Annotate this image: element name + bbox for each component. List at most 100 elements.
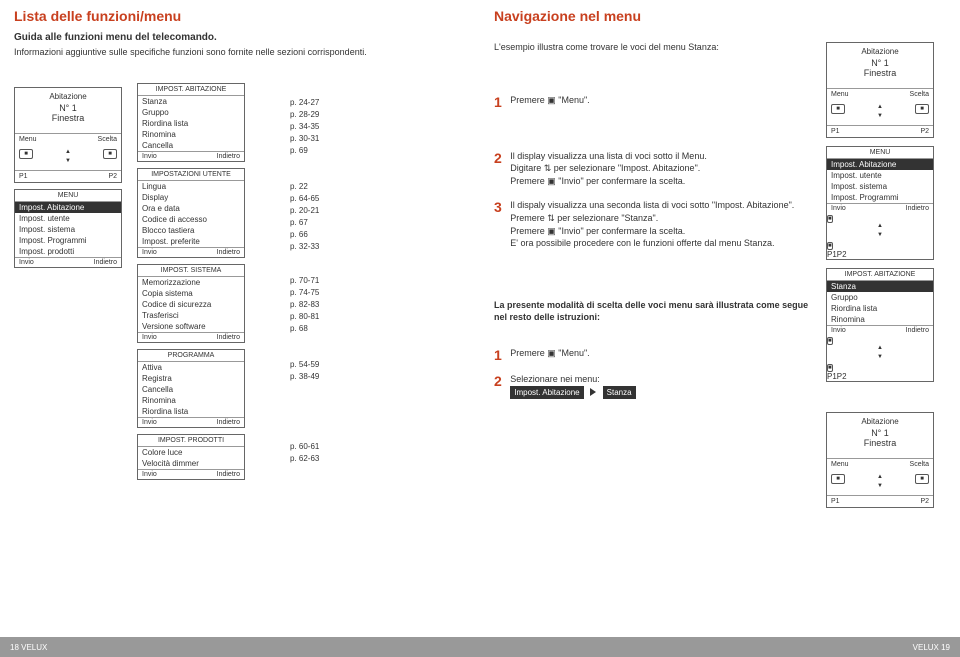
note-title: La presente modalità di scelta delle voc… bbox=[494, 300, 816, 323]
arrow-up-icon[interactable]: ▲ bbox=[63, 149, 73, 157]
page-ref: p. 28-29 bbox=[290, 109, 345, 121]
btn-r[interactable]: ■ bbox=[915, 474, 929, 484]
box-item[interactable]: Gruppo bbox=[138, 107, 244, 118]
arrow-down-icon[interactable]: ▼ bbox=[63, 158, 73, 166]
arrow-down-icon[interactable]: ▼ bbox=[875, 354, 885, 362]
btn-right[interactable]: ■ bbox=[103, 149, 117, 159]
box-item[interactable]: Rinomina bbox=[138, 129, 244, 140]
btn-l[interactable]: ■ bbox=[827, 215, 833, 223]
step-text: Premere ▣ "Menu". bbox=[510, 94, 812, 107]
box-item[interactable]: Velocità dimmer bbox=[138, 458, 244, 469]
chip-stanza: Stanza bbox=[603, 386, 636, 399]
box-item[interactable]: Attiva bbox=[138, 362, 244, 373]
box-item[interactable]: Impost. sistema bbox=[827, 181, 933, 192]
menu-right: Scelta bbox=[98, 136, 117, 143]
menu-item[interactable]: Impost. prodotti bbox=[15, 246, 121, 257]
footer-right: Indietro bbox=[217, 153, 240, 160]
box-item[interactable]: Display bbox=[138, 192, 244, 203]
arrow-down-icon[interactable]: ▼ bbox=[875, 232, 885, 240]
menu-r: Scelta bbox=[910, 461, 929, 468]
box-item[interactable]: Stanza bbox=[138, 96, 244, 107]
box-item[interactable]: Colore luce bbox=[138, 447, 244, 458]
arrow-up-icon[interactable]: ▲ bbox=[875, 474, 885, 482]
footer-right: Indietro bbox=[94, 259, 117, 266]
btn-r[interactable]: ■ bbox=[915, 104, 929, 114]
menu-left: Menu bbox=[19, 136, 37, 143]
box-item[interactable]: Riordina lista bbox=[827, 303, 933, 314]
menu-item[interactable]: Impost. utente bbox=[15, 213, 121, 224]
step-text: Il dispaly visualizza una seconda lista … bbox=[510, 199, 812, 249]
p1: P1 bbox=[827, 372, 837, 381]
remote-big-label: N° 1Finestra bbox=[15, 103, 121, 133]
arrow-right-icon bbox=[590, 388, 596, 396]
box-item[interactable]: Gruppo bbox=[827, 292, 933, 303]
btn-r[interactable]: ■ bbox=[827, 364, 833, 372]
step-number: 1 bbox=[494, 94, 508, 110]
box-item[interactable]: Lingua bbox=[138, 181, 244, 192]
box-item[interactable]: Ora e data bbox=[138, 203, 244, 214]
arrow-down-icon[interactable]: ▼ bbox=[875, 113, 885, 121]
box-item[interactable]: Stanza bbox=[827, 281, 933, 292]
box-item[interactable]: Copia sistema bbox=[138, 288, 244, 299]
footer-left: Invio bbox=[142, 419, 157, 426]
footer-left: Invio bbox=[19, 259, 34, 266]
step-text: Premere ▣ "Menu". bbox=[510, 347, 812, 360]
footer-right: Indietro bbox=[217, 249, 240, 256]
btn-r[interactable]: ■ bbox=[827, 242, 833, 250]
box-item[interactable]: Riordina lista bbox=[138, 118, 244, 129]
p2: P2 bbox=[920, 128, 929, 135]
box-item[interactable]: Impost. Abitazione bbox=[827, 159, 933, 170]
box-programma: PROGRAMMA Attiva Registra Cancella Rinom… bbox=[137, 349, 245, 428]
footer-l: Invio bbox=[831, 205, 846, 212]
box-item[interactable]: Cancella bbox=[138, 384, 244, 395]
p1: P1 bbox=[831, 128, 840, 135]
box-item[interactable]: Codice di sicurezza bbox=[138, 299, 244, 310]
btn-left[interactable]: ■ bbox=[19, 149, 33, 159]
menu-item[interactable]: Impost. Programmi bbox=[15, 235, 121, 246]
box-item[interactable]: Riordina lista bbox=[138, 406, 244, 417]
box-item[interactable]: Cancella bbox=[138, 140, 244, 151]
box-item[interactable]: Impost. preferite bbox=[138, 236, 244, 247]
box-item[interactable]: Rinomina bbox=[827, 314, 933, 325]
footer-r: Indietro bbox=[906, 205, 929, 212]
p1: P1 bbox=[827, 250, 837, 259]
box-item[interactable]: Versione software bbox=[138, 321, 244, 332]
box-item[interactable]: Memorizzazione bbox=[138, 277, 244, 288]
box-item[interactable]: Impost. Programmi bbox=[827, 192, 933, 203]
page-ref: p. 68 bbox=[290, 323, 345, 335]
p2: P2 bbox=[837, 250, 847, 259]
arrow-up-icon[interactable]: ▲ bbox=[875, 104, 885, 112]
btn-l[interactable]: ■ bbox=[831, 104, 845, 114]
box-item[interactable]: Rinomina bbox=[138, 395, 244, 406]
step-text: Il display visualizza una lista di voci … bbox=[510, 150, 812, 188]
box-item[interactable]: Trasferisci bbox=[138, 310, 244, 321]
p2: P2 bbox=[837, 372, 847, 381]
arrow-down-icon[interactable]: ▼ bbox=[875, 483, 885, 491]
page-ref: p. 38-49 bbox=[290, 371, 345, 383]
remote-top: Abitazione bbox=[827, 43, 933, 58]
menu-item[interactable]: Impost. Abitazione bbox=[15, 202, 121, 213]
footer-right: Indietro bbox=[217, 471, 240, 478]
footer-right: Indietro bbox=[217, 334, 240, 341]
footer-l: Invio bbox=[831, 327, 846, 334]
section-title-right: Navigazione nel menu bbox=[494, 8, 946, 24]
page-ref: p. 34-35 bbox=[290, 121, 345, 133]
guide-sub: Informazioni aggiuntive sulle specifiche… bbox=[14, 47, 466, 59]
box-item[interactable]: Registra bbox=[138, 373, 244, 384]
box-item[interactable]: Blocco tastiera bbox=[138, 225, 244, 236]
menu-item[interactable]: Impost. sistema bbox=[15, 224, 121, 235]
guide-title: Guida alle funzioni menu del telecomando… bbox=[14, 32, 466, 43]
box-title: IMPOST. SISTEMA bbox=[138, 265, 244, 277]
box-abitazione: IMPOST. ABITAZIONE Stanza Gruppo Riordin… bbox=[137, 83, 245, 162]
box-item[interactable]: Codice di accesso bbox=[138, 214, 244, 225]
arrow-up-icon[interactable]: ▲ bbox=[875, 345, 885, 353]
menu-l: Menu bbox=[831, 91, 849, 98]
p2-label: P2 bbox=[108, 173, 117, 180]
arrow-up-icon[interactable]: ▲ bbox=[875, 223, 885, 231]
btn-l[interactable]: ■ bbox=[827, 337, 833, 345]
box-item[interactable]: Impost. utente bbox=[827, 170, 933, 181]
box-title: IMPOST. ABITAZIONE bbox=[138, 84, 244, 96]
section-title-left: Lista delle funzioni/menu bbox=[14, 8, 466, 24]
page-ref: p. 54-59 bbox=[290, 359, 345, 371]
btn-l[interactable]: ■ bbox=[831, 474, 845, 484]
